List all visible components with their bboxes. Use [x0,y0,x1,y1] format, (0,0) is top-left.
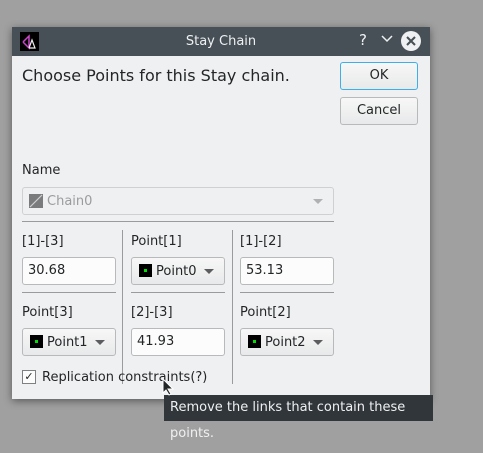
length-23-input[interactable]: 41.93 [131,328,225,356]
chevron-down-icon [381,35,393,43]
length-23-label: [2]-[3] [131,305,173,320]
cancel-button[interactable]: Cancel [340,97,418,125]
mouse-cursor-icon [162,377,175,400]
chevron-down-icon [95,340,105,345]
dialog-heading: Choose Points for this Stay chain. [22,66,290,85]
separator [131,292,225,293]
minimize-button[interactable] [381,33,393,49]
title-bar[interactable]: Stay Chain ? [12,27,430,56]
chevron-down-icon [313,340,323,345]
length-13-label: [1]-[3] [22,234,64,249]
point3-value: Point1 [47,335,88,350]
length-12-label: [1]-[2] [240,234,282,249]
name-label: Name [22,163,61,178]
help-button[interactable]: ? [359,31,367,49]
tooltip: Remove the links that contain these poin… [164,395,433,441]
close-icon [406,36,416,46]
chevron-down-icon [204,269,214,274]
separator [22,221,334,222]
point2-combo[interactable]: Point2 [240,328,334,356]
replication-label[interactable]: Replication constraints(?) [42,370,207,385]
length-12-input[interactable]: 53.13 [240,257,334,285]
separator [22,292,116,293]
chevron-down-icon [313,199,323,204]
point-icon [248,335,261,348]
replication-checkbox[interactable]: ✓ [22,370,36,384]
point2-label: Point[2] [240,305,291,320]
point3-label: Point[3] [22,305,73,320]
point1-combo[interactable]: Point0 [131,257,225,285]
point-icon [30,335,43,348]
chain-name-combo[interactable]: Chain0 [22,187,334,215]
length-13-input[interactable]: 30.68 [22,257,116,285]
window-title: Stay Chain [185,34,257,49]
point1-value: Point0 [156,264,197,279]
point3-combo[interactable]: Point1 [22,328,116,356]
ok-button[interactable]: OK [340,62,418,90]
point-icon [139,264,152,277]
chain-icon [29,194,43,208]
point1-label: Point[1] [131,234,182,249]
separator [240,292,334,293]
close-button[interactable] [401,31,421,51]
point2-value: Point2 [265,335,306,350]
column-divider [232,230,233,384]
stay-chain-dialog: Stay Chain ? Choose Points for this Stay… [12,27,430,399]
column-divider [122,230,123,384]
chain-name-value: Chain0 [47,194,93,209]
